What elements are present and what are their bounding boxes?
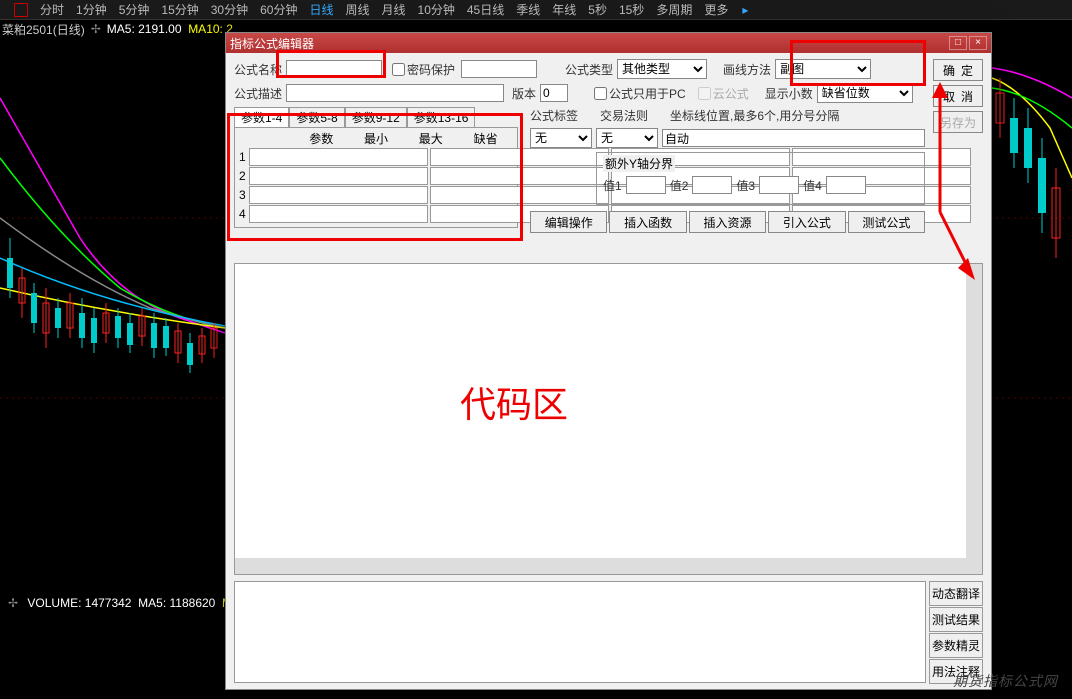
tab-more[interactable]: 更多 <box>698 1 734 18</box>
draw-method-label: 画线方法 <box>723 61 771 78</box>
volume-label: VOLUME: 1477342 MA5: 1188620 <box>27 596 218 610</box>
dialog-title-text: 指标公式编辑器 <box>230 35 314 52</box>
tab-5m[interactable]: 5分钟 <box>113 1 156 18</box>
param-4-name[interactable] <box>249 205 428 223</box>
tab-5s[interactable]: 5秒 <box>582 1 613 18</box>
close-button[interactable]: × <box>969 36 987 50</box>
param-header-max: 最大 <box>403 130 458 147</box>
password-input[interactable] <box>461 60 537 78</box>
scrollbar-horizontal[interactable] <box>235 558 966 574</box>
tab-year[interactable]: 年线 <box>546 1 582 18</box>
formula-tag-label: 公式标签 <box>530 107 578 124</box>
version-label: 版本 <box>512 85 536 102</box>
gear-icon[interactable]: ✢ <box>91 22 101 36</box>
y1-label: 值1 <box>603 177 622 194</box>
version-input[interactable] <box>540 84 568 102</box>
tab-45d[interactable]: 45日线 <box>461 1 510 18</box>
scrollbar-vertical[interactable] <box>966 264 982 574</box>
cloud-label: 云公式 <box>713 85 749 102</box>
trade-rule-select[interactable]: 无 <box>596 128 658 148</box>
formula-editor-dialog: 指标公式编辑器 □ × 公式名称 密码保护 公式类型 其他类型 画线方法 副图 <box>225 32 992 690</box>
formula-desc-label: 公式描述 <box>234 85 282 102</box>
param-2-name[interactable] <box>249 167 428 185</box>
ok-button[interactable]: 确定 <box>933 59 983 81</box>
code-textarea[interactable] <box>234 263 983 575</box>
draw-method-select[interactable]: 副图 <box>775 59 871 79</box>
y3-input[interactable] <box>759 176 799 194</box>
test-formula-button[interactable]: 测试公式 <box>848 211 925 233</box>
decimal-label: 显示小数 <box>765 85 813 102</box>
tab-10m[interactable]: 10分钟 <box>412 1 461 18</box>
tab-1m[interactable]: 1分钟 <box>70 1 113 18</box>
save-as-button[interactable]: 另存为 <box>933 111 983 133</box>
volume-info-bar: ✢ VOLUME: 1477342 MA5: 1188620 MA <box>0 596 240 614</box>
formula-type-label: 公式类型 <box>565 61 613 78</box>
insert-res-button[interactable]: 插入资源 <box>689 211 766 233</box>
y3-label: 值3 <box>736 177 755 194</box>
timeframe-tabs: 分时 1分钟 5分钟 15分钟 30分钟 60分钟 日线 周线 月线 10分钟 … <box>0 0 1072 20</box>
param-header-name: 参数 <box>294 130 349 147</box>
menu-icon[interactable] <box>14 3 28 17</box>
trade-rule-label: 交易法则 <box>600 107 648 124</box>
formula-type-select[interactable]: 其他类型 <box>617 59 707 79</box>
tab-tick[interactable]: 分时 <box>34 1 70 18</box>
param-header-default: 缺省 <box>458 130 513 147</box>
param-grid: 参数 最小 最大 缺省 1 2 3 4 <box>234 127 518 228</box>
tab-monthly[interactable]: 月线 <box>376 1 412 18</box>
coord-input[interactable] <box>662 129 925 147</box>
formula-name-input[interactable] <box>286 60 382 78</box>
coord-label: 坐标线位置,最多6个,用分号分隔 <box>670 107 839 124</box>
output-pane[interactable] <box>234 581 926 683</box>
cancel-button[interactable]: 取消 <box>933 85 983 107</box>
tab-15m[interactable]: 15分钟 <box>155 1 204 18</box>
param-header-min: 最小 <box>349 130 404 147</box>
import-formula-button[interactable]: 引入公式 <box>768 211 845 233</box>
cloud-checkbox <box>698 87 711 100</box>
pc-only-label: 公式只用于PC <box>609 85 686 102</box>
y2-label: 值2 <box>670 177 689 194</box>
param-1-name[interactable] <box>249 148 428 166</box>
pc-only-checkbox[interactable] <box>594 87 607 100</box>
tab-daily[interactable]: 日线 <box>303 1 339 18</box>
extra-y-title: 额外Y轴分界 <box>603 155 675 172</box>
password-protect-checkbox[interactable] <box>392 63 405 76</box>
y4-label: 值4 <box>803 177 822 194</box>
tab-30m[interactable]: 30分钟 <box>205 1 254 18</box>
tab-15s[interactable]: 15秒 <box>613 1 650 18</box>
param-tab-9-12[interactable]: 参数9-12 <box>345 107 407 127</box>
dialog-titlebar[interactable]: 指标公式编辑器 □ × <box>226 33 991 53</box>
ma5-label: MA5: 2191.00 <box>107 22 182 36</box>
tab-60m[interactable]: 60分钟 <box>254 1 303 18</box>
watermark: 期货指标公式网 <box>953 671 1058 691</box>
formula-name-label: 公式名称 <box>234 61 282 78</box>
edit-op-button[interactable]: 编辑操作 <box>530 211 607 233</box>
param-3-name[interactable] <box>249 186 428 204</box>
maximize-button[interactable]: □ <box>949 36 967 50</box>
formula-tag-select[interactable]: 无 <box>530 128 592 148</box>
y4-input[interactable] <box>826 176 866 194</box>
decimal-select[interactable]: 缺省位数 <box>817 83 913 103</box>
param-tab-13-16[interactable]: 参数13-16 <box>407 107 476 127</box>
tab-quarter[interactable]: 季线 <box>510 1 546 18</box>
tab-multi[interactable]: 多周期 <box>650 1 698 18</box>
tab-weekly[interactable]: 周线 <box>339 1 375 18</box>
insert-func-button[interactable]: 插入函数 <box>609 211 686 233</box>
param-wizard-button[interactable]: 参数精灵 <box>929 633 983 658</box>
param-tab-1-4[interactable]: 参数1-4 <box>234 107 289 127</box>
param-tab-5-8[interactable]: 参数5-8 <box>289 107 344 127</box>
y1-input[interactable] <box>626 176 666 194</box>
gear-icon[interactable]: ✢ <box>8 596 18 610</box>
y2-input[interactable] <box>692 176 732 194</box>
formula-desc-input[interactable] <box>286 84 504 102</box>
symbol-label: 菜粕2501(日线) <box>2 21 85 38</box>
dynamic-translate-button[interactable]: 动态翻译 <box>929 581 983 606</box>
test-result-button[interactable]: 测试结果 <box>929 607 983 632</box>
param-tabs: 参数1-4 参数5-8 参数9-12 参数13-16 <box>234 107 518 127</box>
more-arrow-icon[interactable]: ▸ <box>736 3 754 17</box>
password-protect-label: 密码保护 <box>407 61 455 78</box>
